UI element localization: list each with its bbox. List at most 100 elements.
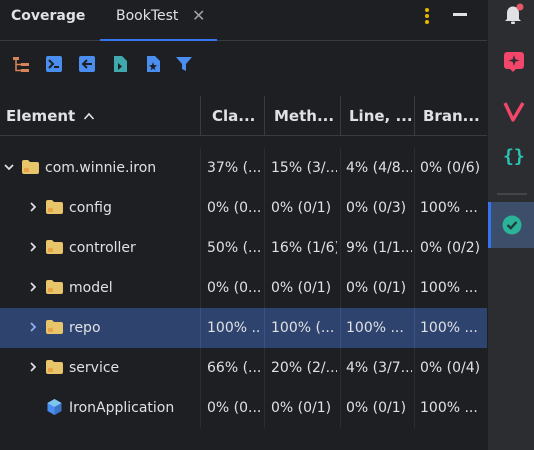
vuejs-icon[interactable]	[503, 100, 525, 122]
column-header-method[interactable]: Meth...	[274, 96, 338, 136]
cell-line-coverage: 0% (0/1)	[346, 400, 407, 416]
chevron-right-icon[interactable]	[28, 362, 38, 372]
column-divider	[340, 308, 341, 348]
generate-report-icon[interactable]	[144, 55, 162, 73]
table-row[interactable]: controller 50% (... 16% (1/6) 9% (1/1... 0% …	[0, 228, 487, 268]
column-divider	[200, 348, 201, 388]
column-divider	[200, 308, 201, 348]
more-options-icon[interactable]	[420, 6, 434, 26]
column-divider	[264, 268, 265, 308]
cell-line-coverage: 100% ...	[346, 320, 404, 336]
column-divider	[340, 348, 341, 388]
tab-label: BookTest	[116, 8, 179, 24]
cell-line-coverage: 0% (0/1)	[346, 280, 407, 296]
coverage-toolbar	[0, 42, 487, 86]
ai-assistant-icon[interactable]	[504, 52, 524, 72]
element-name: com.winnie.iron	[45, 160, 157, 176]
coverage-tool-button[interactable]	[488, 202, 534, 248]
cell-branch-coverage: 100% ...	[420, 400, 478, 416]
cell-line-coverage: 9% (1/1...	[346, 240, 412, 256]
folder-icon	[46, 360, 63, 374]
cell-branch-coverage: 0% (0/2)	[420, 240, 481, 256]
java-class-icon	[47, 399, 62, 415]
column-divider	[340, 188, 341, 228]
table-row[interactable]: service 66% (... 20% (2/... 4% (3/7... 0% (0…	[0, 348, 487, 388]
column-divider	[414, 148, 415, 188]
element-name: controller	[69, 240, 136, 256]
folder-icon	[46, 320, 63, 334]
cell-class-coverage: 50% (...	[207, 240, 261, 256]
cell-branch-coverage: 0% (0/6)	[420, 160, 481, 176]
json-icon[interactable]: {}	[503, 146, 525, 167]
hierarchy-icon[interactable]	[12, 55, 30, 73]
column-divider	[200, 188, 201, 228]
element-name: repo	[69, 320, 101, 336]
filter-icon[interactable]	[175, 55, 193, 73]
cell-line-coverage: 4% (4/8...	[346, 160, 412, 176]
chevron-right-icon[interactable]	[28, 242, 38, 252]
column-divider	[414, 188, 415, 228]
export-report-icon[interactable]	[111, 55, 129, 73]
column-divider	[200, 268, 201, 308]
cell-class-coverage: 100% ...	[207, 320, 261, 336]
cell-method-coverage: 20% (2/...	[271, 360, 337, 376]
coverage-icon	[502, 215, 522, 235]
column-divider	[340, 268, 341, 308]
cell-class-coverage: 0% (0...	[207, 200, 261, 216]
tool-window-title: Coverage	[11, 8, 86, 24]
minimize-icon[interactable]	[453, 13, 467, 16]
chevron-right-icon[interactable]	[28, 322, 38, 332]
cell-branch-coverage: 100% ...	[420, 320, 478, 336]
cell-method-coverage: 0% (0/1)	[271, 280, 332, 296]
element-name: service	[69, 360, 120, 376]
column-divider	[414, 268, 415, 308]
cell-class-coverage: 0% (0...	[207, 280, 261, 296]
sort-ascending-icon	[84, 112, 95, 120]
column-divider	[264, 348, 265, 388]
element-name: model	[69, 280, 113, 296]
import-coverage-icon[interactable]	[78, 55, 96, 73]
cell-class-coverage: 37% (...	[207, 160, 261, 176]
table-row[interactable]: model 0% (0... 0% (0/1) 0% (0/1) 100% ...	[0, 268, 487, 308]
cell-method-coverage: 100% (...	[271, 320, 335, 336]
table-row[interactable]: config 0% (0... 0% (0/1) 0% (0/3) 100% ...	[0, 188, 487, 228]
cell-branch-coverage: 0% (0/4)	[420, 360, 481, 376]
cell-method-coverage: 16% (1/6)	[271, 240, 337, 256]
column-separator[interactable]	[414, 96, 415, 136]
run-with-coverage-icon[interactable]	[45, 55, 63, 73]
cell-branch-coverage: 100% ...	[420, 200, 478, 216]
column-separator[interactable]	[200, 96, 201, 136]
column-header-branch[interactable]: Bran...	[423, 96, 485, 136]
table-row[interactable]: com.winnie.iron 37% (... 15% (3/... 4% (4/8…	[0, 148, 487, 188]
column-separator[interactable]	[340, 96, 341, 136]
column-divider	[264, 388, 265, 428]
cell-branch-coverage: 100% ...	[420, 280, 478, 296]
table-row[interactable]: IronApplication 0% (0... 0% (0/1) 0% (0/1) 1…	[0, 388, 487, 428]
divider	[497, 193, 527, 195]
column-header-element[interactable]: Element	[6, 96, 196, 136]
column-divider	[414, 308, 415, 348]
cell-line-coverage: 0% (0/3)	[346, 200, 407, 216]
close-icon[interactable]: ✕	[192, 6, 205, 25]
chevron-down-icon[interactable]	[4, 162, 14, 172]
cell-method-coverage: 0% (0/1)	[271, 400, 332, 416]
tool-window-header: Coverage BookTest ✕	[0, 0, 487, 41]
notifications-icon[interactable]	[504, 3, 524, 25]
chevron-right-icon[interactable]	[28, 202, 38, 212]
table-row[interactable]: repo 100% ... 100% (... 100% ... 100% ...	[0, 308, 487, 348]
element-name: IronApplication	[69, 400, 175, 416]
column-header-line[interactable]: Line, ...	[349, 96, 413, 136]
column-divider	[264, 228, 265, 268]
cell-class-coverage: 0% (0...	[207, 400, 261, 416]
chevron-right-icon[interactable]	[28, 282, 38, 292]
column-divider	[340, 228, 341, 268]
cell-method-coverage: 0% (0/1)	[271, 200, 332, 216]
column-separator[interactable]	[264, 96, 265, 136]
table-header: Element Cla... Meth... Line, ... Bran...	[0, 96, 487, 136]
coverage-tool-window: Coverage BookTest ✕ Element Cla... Meth.…	[0, 0, 487, 450]
column-divider	[264, 148, 265, 188]
column-divider	[414, 348, 415, 388]
tab-booktest[interactable]: BookTest ✕	[100, 0, 217, 41]
cell-class-coverage: 66% (...	[207, 360, 261, 376]
column-header-class[interactable]: Cla...	[212, 96, 262, 136]
